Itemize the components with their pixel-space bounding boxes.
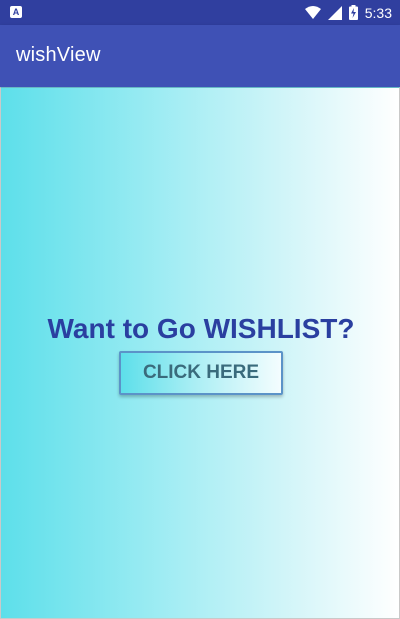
app-title: wishView [16,44,101,66]
app-bar: wishView [0,25,400,87]
click-here-button[interactable]: CLICK HERE [119,351,283,395]
battery-charging-icon [348,5,358,20]
wishlist-headline: Want to Go WISHLIST? [47,313,355,344]
android-notification-icon: A [10,6,22,18]
status-time: 5:33 [364,4,392,21]
cell-signal-icon [327,5,342,20]
status-icons: 5:33 [304,0,392,25]
status-bar: A 5:33 [0,0,400,25]
main-content: Want to Go WISHLIST? CLICK HERE [0,87,400,619]
wifi-icon [304,5,321,20]
